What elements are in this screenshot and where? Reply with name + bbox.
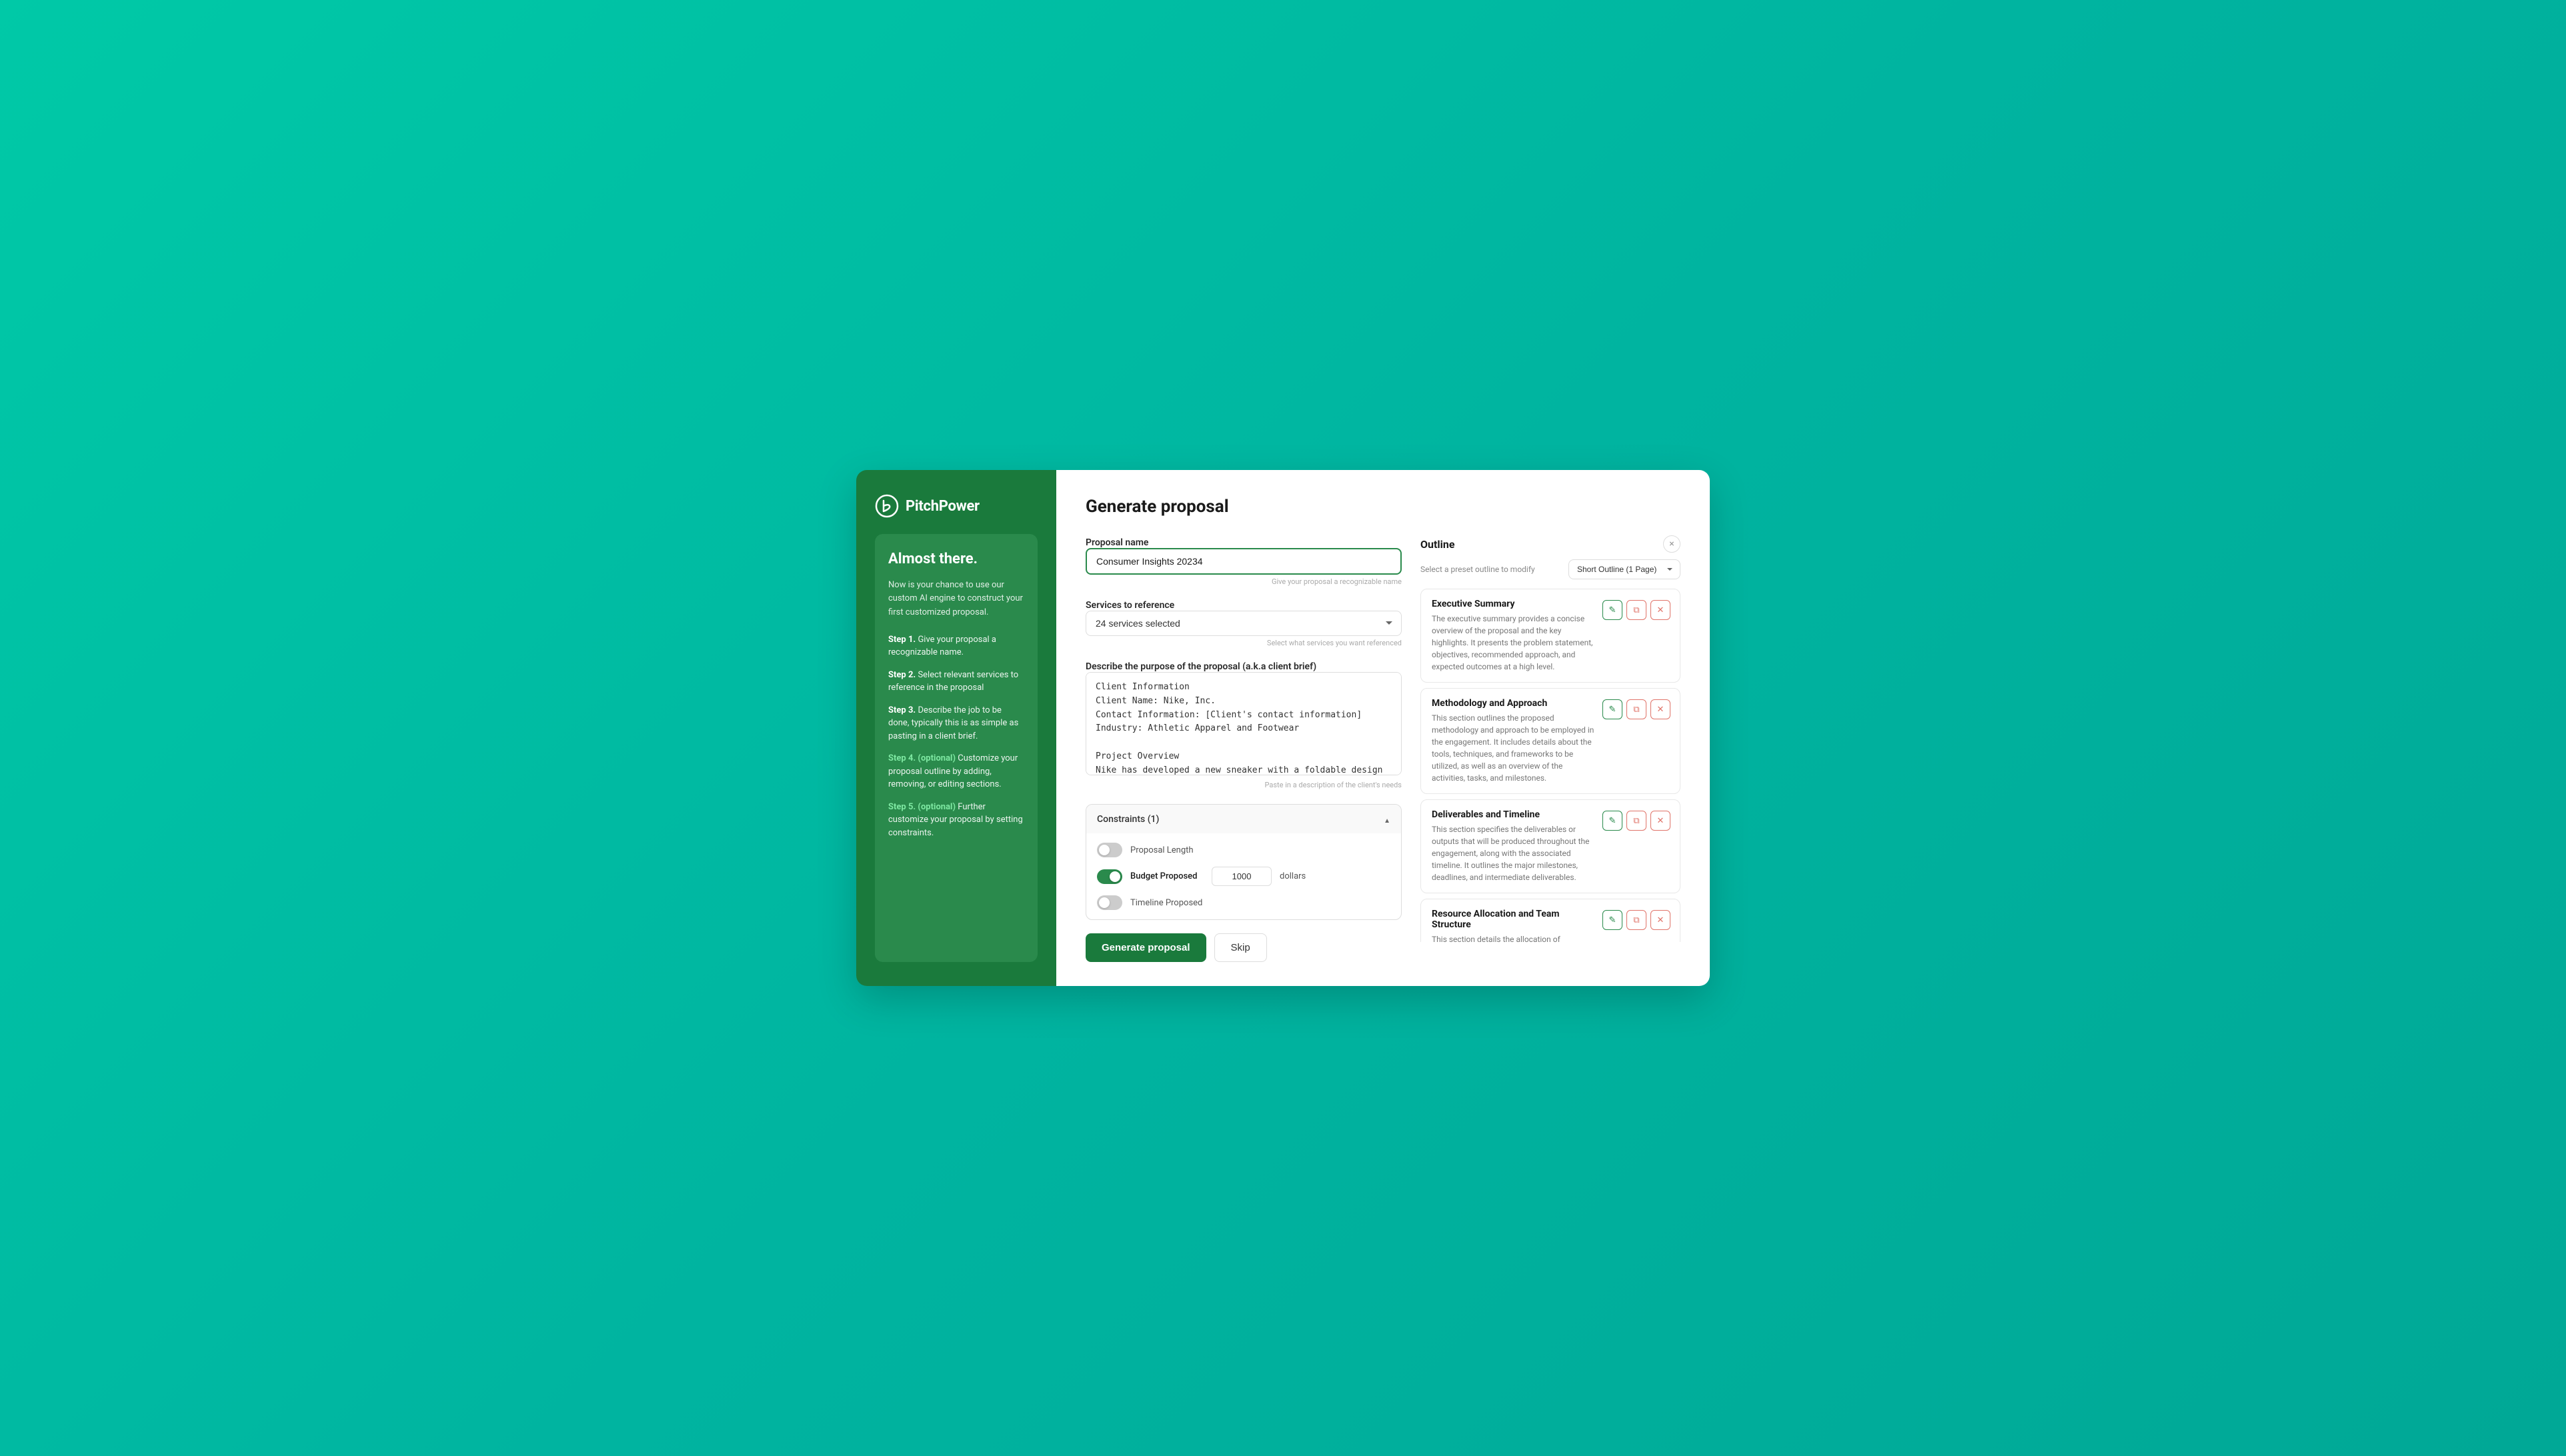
pitchpower-logo-icon xyxy=(875,494,899,518)
outline-title: Outline xyxy=(1420,538,1454,551)
proposal-length-toggle[interactable] xyxy=(1097,843,1122,857)
constraints-header[interactable]: Constraints (1) xyxy=(1086,805,1401,833)
constraints-section: Constraints (1) Proposal Length xyxy=(1086,804,1402,920)
section-desc-deliverables: This section specifies the deliverables … xyxy=(1432,823,1596,883)
proposal-length-slider xyxy=(1097,843,1122,857)
logo-text: PitchPower xyxy=(906,498,980,515)
section-name-deliverables: Deliverables and Timeline xyxy=(1432,809,1596,820)
section-actions-deliverables: ✎ ⧉ ✕ xyxy=(1602,811,1670,831)
step-3-label: Step 3. xyxy=(888,705,916,715)
section-edit-button[interactable]: ✎ xyxy=(1602,699,1622,719)
step-4-label: Step 4. (optional) xyxy=(888,753,956,763)
section-info-methodology: Methodology and Approach This section ou… xyxy=(1432,698,1596,784)
step-2-label: Step 2. xyxy=(888,670,916,680)
section-copy-button[interactable]: ⧉ xyxy=(1626,811,1646,831)
outline-preset-label: Select a preset outline to modify xyxy=(1420,565,1535,574)
sidebar-step-2: Step 2. Select relevant services to refe… xyxy=(888,669,1024,695)
main-container: PitchPower Almost there. Now is your cha… xyxy=(856,470,1710,986)
services-hint: Select what services you want referenced xyxy=(1086,639,1402,647)
section-copy-button[interactable]: ⧉ xyxy=(1626,910,1646,930)
sidebar-steps: Step 1. Give your proposal a recognizabl… xyxy=(888,633,1024,840)
timeline-slider xyxy=(1097,895,1122,910)
sidebar-step-1: Step 1. Give your proposal a recognizabl… xyxy=(888,633,1024,659)
budget-toggle[interactable] xyxy=(1097,869,1122,884)
section-actions-executive-summary: ✎ ⧉ ✕ xyxy=(1602,600,1670,620)
section-edit-button[interactable]: ✎ xyxy=(1602,910,1622,930)
section-desc-methodology: This section outlines the proposed metho… xyxy=(1432,712,1596,784)
outline-sections: Executive Summary The executive summary … xyxy=(1420,589,1680,942)
sidebar-step-5: Step 5. (optional) Further customize you… xyxy=(888,801,1024,840)
proposal-length-label: Proposal Length xyxy=(1130,845,1204,855)
proposal-name-field: Proposal name Give your proposal a recog… xyxy=(1086,535,1402,586)
section-info-executive-summary: Executive Summary The executive summary … xyxy=(1432,599,1596,673)
outline-section-card: Resource Allocation and Team Structure T… xyxy=(1420,899,1680,942)
section-info-deliverables: Deliverables and Timeline This section s… xyxy=(1432,809,1596,883)
brief-label: Describe the purpose of the proposal (a.… xyxy=(1086,661,1316,672)
timeline-label: Timeline Proposed xyxy=(1130,898,1204,908)
logo-area: PitchPower xyxy=(875,494,1038,518)
section-info-resource: Resource Allocation and Team Structure T… xyxy=(1432,909,1596,942)
outline-section-card: Methodology and Approach This section ou… xyxy=(1420,688,1680,794)
sidebar: PitchPower Almost there. Now is your cha… xyxy=(856,470,1056,986)
section-delete-button[interactable]: ✕ xyxy=(1650,600,1670,620)
section-delete-button[interactable]: ✕ xyxy=(1650,699,1670,719)
skip-button[interactable]: Skip xyxy=(1214,933,1267,962)
section-delete-button[interactable]: ✕ xyxy=(1650,910,1670,930)
outline-section-card: Executive Summary The executive summary … xyxy=(1420,589,1680,683)
budget-input[interactable] xyxy=(1212,867,1272,886)
services-select[interactable]: 24 services selected xyxy=(1086,611,1402,636)
outline-preset-select[interactable]: Short Outline (1 Page) Long Outline (3 P… xyxy=(1568,559,1680,579)
section-actions-resource: ✎ ⧉ ✕ xyxy=(1602,910,1670,930)
constraints-title: Constraints (1) xyxy=(1097,814,1159,825)
section-desc-resource: This section details the allocation of r… xyxy=(1432,933,1596,942)
sidebar-step-4: Step 4. (optional) Customize your propos… xyxy=(888,752,1024,791)
brief-field: Describe the purpose of the proposal (a.… xyxy=(1086,659,1402,789)
section-name-resource: Resource Allocation and Team Structure xyxy=(1432,909,1596,930)
constraints-chevron-icon xyxy=(1384,813,1390,825)
brief-hint: Paste in a description of the client's n… xyxy=(1086,781,1402,789)
step-5-label: Step 5. (optional) xyxy=(888,802,956,812)
section-desc-executive-summary: The executive summary provides a concise… xyxy=(1432,613,1596,673)
outline-header: Outline × xyxy=(1420,535,1680,553)
form-layout: Proposal name Give your proposal a recog… xyxy=(1086,535,1680,962)
constraint-row-timeline: Timeline Proposed xyxy=(1097,895,1390,910)
budget-slider xyxy=(1097,869,1122,884)
section-delete-button[interactable]: ✕ xyxy=(1650,811,1670,831)
section-name-executive-summary: Executive Summary xyxy=(1432,599,1596,609)
section-edit-button[interactable]: ✎ xyxy=(1602,811,1622,831)
brief-textarea[interactable]: Client Information Client Name: Nike, In… xyxy=(1086,672,1402,775)
timeline-toggle[interactable] xyxy=(1097,895,1122,910)
outline-panel: Outline × Select a preset outline to mod… xyxy=(1420,535,1680,962)
proposal-name-label: Proposal name xyxy=(1086,537,1148,548)
budget-label: Budget Proposed xyxy=(1130,871,1204,881)
main-content: Generate proposal Proposal name Give you… xyxy=(1056,470,1710,986)
outline-section-card: Deliverables and Timeline This section s… xyxy=(1420,799,1680,893)
proposal-name-hint: Give your proposal a recognizable name xyxy=(1086,577,1402,586)
sidebar-intro: Now is your chance to use our custom AI … xyxy=(888,579,1024,620)
outline-preset-row: Select a preset outline to modify Short … xyxy=(1420,559,1680,579)
action-row: Generate proposal Skip xyxy=(1086,933,1402,962)
constraint-row-proposal-length: Proposal Length xyxy=(1097,843,1390,857)
generate-proposal-button[interactable]: Generate proposal xyxy=(1086,933,1206,962)
section-copy-button[interactable]: ⧉ xyxy=(1626,699,1646,719)
close-icon: × xyxy=(1669,539,1674,549)
sidebar-title: Almost there. xyxy=(888,550,1024,569)
sidebar-card: Almost there. Now is your chance to use … xyxy=(875,534,1038,962)
section-actions-methodology: ✎ ⧉ ✕ xyxy=(1602,699,1670,719)
step-1-label: Step 1. xyxy=(888,635,916,645)
section-edit-button[interactable]: ✎ xyxy=(1602,600,1622,620)
services-field: Services to reference 24 services select… xyxy=(1086,598,1402,647)
services-label: Services to reference xyxy=(1086,600,1174,611)
constraints-body: Proposal Length Budget Proposed dollars xyxy=(1086,833,1401,919)
constraint-row-budget: Budget Proposed dollars xyxy=(1097,867,1390,886)
sidebar-step-3: Step 3. Describe the job to be done, typ… xyxy=(888,704,1024,743)
form-left: Proposal name Give your proposal a recog… xyxy=(1086,535,1402,962)
proposal-name-input[interactable] xyxy=(1086,548,1402,575)
outline-close-button[interactable]: × xyxy=(1663,535,1680,553)
budget-unit: dollars xyxy=(1280,871,1306,881)
section-name-methodology: Methodology and Approach xyxy=(1432,698,1596,709)
section-copy-button[interactable]: ⧉ xyxy=(1626,600,1646,620)
page-title: Generate proposal xyxy=(1086,497,1680,517)
